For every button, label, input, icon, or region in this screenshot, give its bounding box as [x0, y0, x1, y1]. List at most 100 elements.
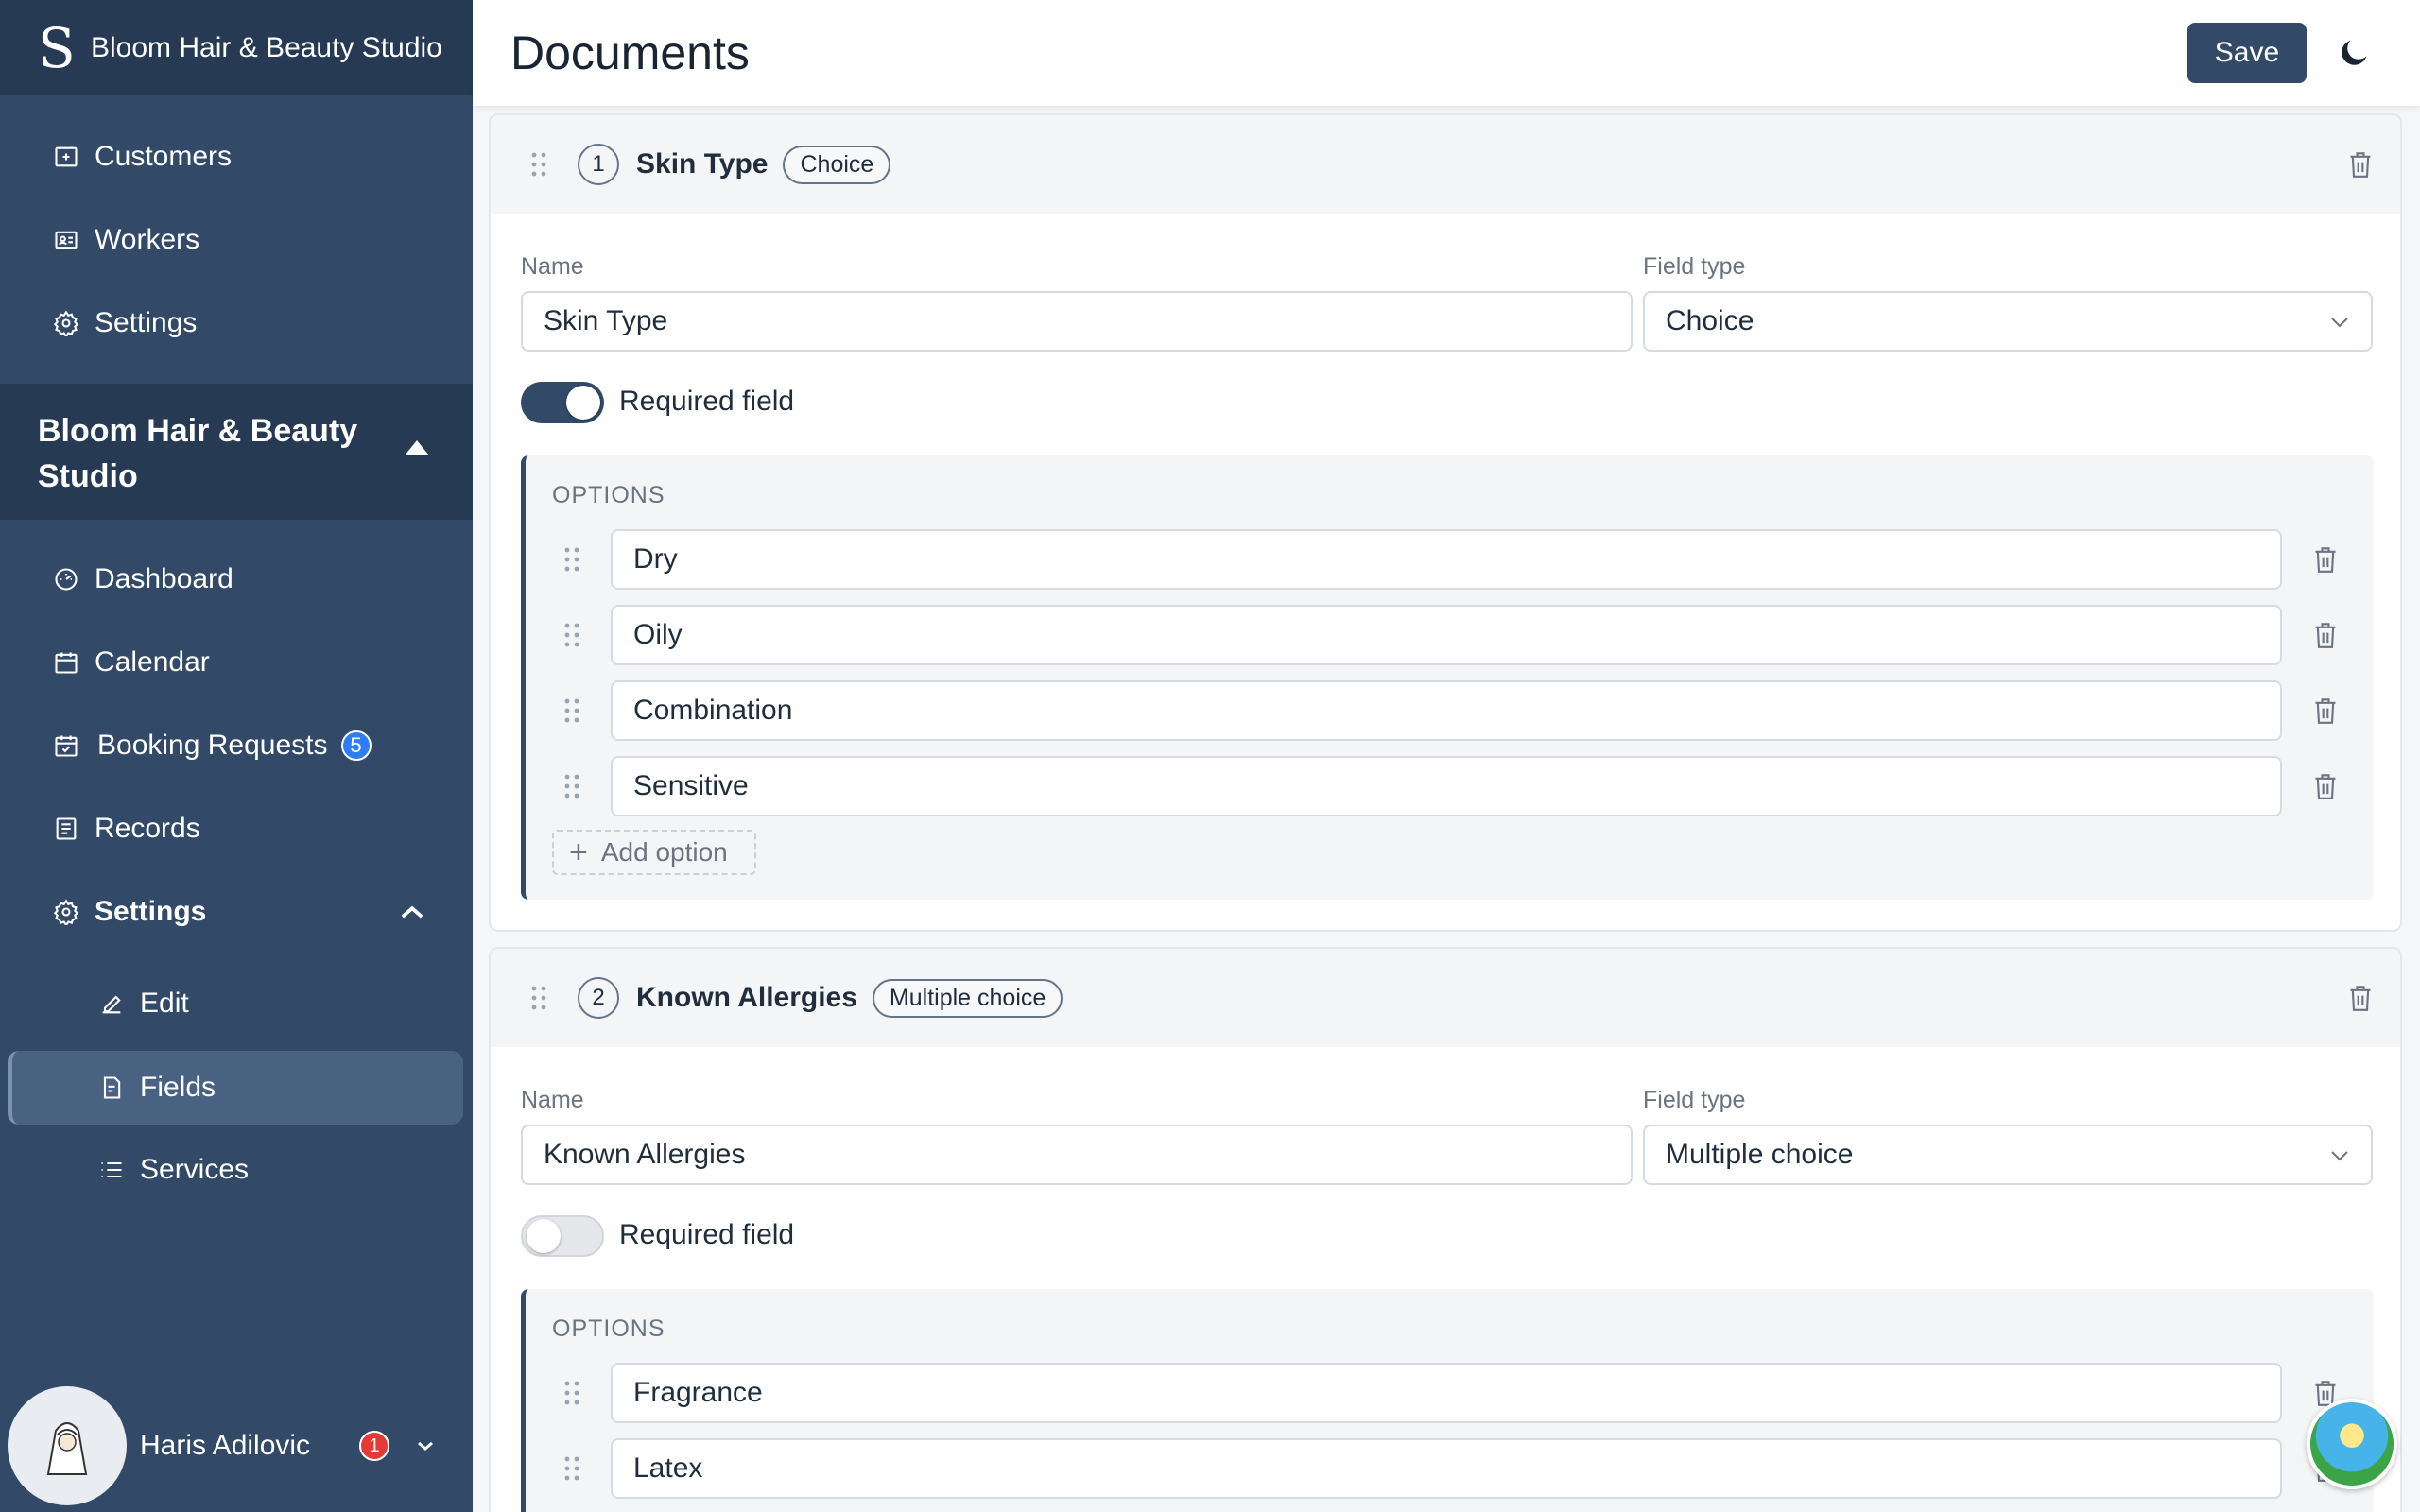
top-header: Documents Save	[473, 0, 2420, 106]
gauge-icon	[53, 566, 79, 593]
booking-count-badge: 5	[340, 730, 372, 761]
options-panel: OPTIONS Dry Oily Combination Sensitive +…	[521, 455, 2374, 900]
plus-icon: +	[569, 834, 588, 870]
option-row: Oily	[526, 605, 2369, 665]
field-type-select[interactable]: Multiple choice	[1643, 1125, 2373, 1185]
user-name: Haris Adilovic	[140, 1430, 311, 1461]
nav-customers-label: Customers	[95, 141, 233, 172]
option-input[interactable]: Fragrance	[611, 1363, 2282, 1423]
delete-field-icon[interactable]	[2347, 983, 2374, 1013]
required-toggle[interactable]	[521, 382, 604, 423]
option-input[interactable]: Dry	[611, 529, 2282, 590]
required-label: Required field	[619, 386, 795, 417]
add-option-button[interactable]: + Add option	[552, 830, 756, 875]
dark-mode-toggle-icon[interactable]	[2335, 34, 2373, 72]
option-input[interactable]: Combination	[611, 680, 2282, 741]
avatar[interactable]	[8, 1386, 127, 1505]
drag-handle-icon[interactable]	[562, 1379, 582, 1407]
nav-records[interactable]: Records	[0, 798, 473, 860]
studio-selector[interactable]: Bloom Hair & Beauty Studio	[0, 384, 473, 520]
document-icon	[98, 1074, 125, 1101]
nav-settings-label: Settings	[95, 307, 198, 338]
option-input[interactable]: Oily	[611, 605, 2282, 665]
delete-option-icon[interactable]	[2312, 544, 2339, 575]
option-input[interactable]: Latex	[611, 1438, 2282, 1499]
field-type-label: Field type	[1643, 253, 1746, 280]
nav-edit[interactable]: Edit	[0, 972, 473, 1035]
nav-booking-requests-label: Booking Requests	[97, 730, 328, 761]
drag-handle-icon[interactable]	[528, 984, 549, 1012]
drag-handle-icon[interactable]	[528, 150, 549, 179]
field-type-chip: Multiple choice	[872, 978, 1063, 1018]
records-icon	[53, 816, 79, 842]
id-card-icon	[53, 227, 79, 253]
calendar-icon	[53, 649, 79, 676]
option-input[interactable]: Sensitive	[611, 756, 2282, 816]
brand-header[interactable]: S Bloom Hair & Beauty Studio	[0, 0, 473, 95]
drag-handle-icon[interactable]	[562, 621, 582, 649]
name-label: Name	[521, 1087, 584, 1113]
option-row: Sensitive	[526, 756, 2369, 816]
chevron-down-icon	[2331, 318, 2348, 328]
calendar-check-icon	[53, 732, 79, 759]
gear-icon	[53, 899, 79, 925]
field-card-header: 2 Known Allergies Multiple choice	[491, 949, 2400, 1047]
brand-name: Bloom Hair & Beauty Studio	[91, 31, 442, 63]
user-menu[interactable]: Haris Adilovic 1	[0, 1380, 473, 1512]
nav-records-label: Records	[95, 813, 200, 844]
name-label: Name	[521, 253, 584, 280]
options-panel: OPTIONS Fragrance Latex	[521, 1289, 2374, 1512]
field-type-value: Multiple choice	[1666, 1139, 1854, 1170]
options-title: OPTIONS	[552, 482, 666, 508]
nav-customers[interactable]: Customers	[0, 126, 473, 188]
delete-option-icon[interactable]	[2312, 620, 2339, 650]
option-row: Fragrance	[526, 1363, 2369, 1423]
toggle-knob	[566, 386, 600, 420]
save-button[interactable]: Save	[2187, 23, 2307, 83]
name-input[interactable]: Known Allergies	[521, 1125, 1633, 1185]
chat-widget-button[interactable]	[2307, 1399, 2397, 1489]
delete-option-icon[interactable]	[2312, 771, 2339, 801]
nav-dashboard-label: Dashboard	[95, 563, 233, 594]
nav-studio-settings[interactable]: Settings	[0, 881, 473, 943]
nav-edit-label: Edit	[140, 988, 189, 1019]
drag-handle-icon[interactable]	[562, 1454, 582, 1483]
option-row: Latex	[526, 1438, 2369, 1499]
field-type-select[interactable]: Choice	[1643, 291, 2373, 352]
drag-handle-icon[interactable]	[562, 545, 582, 574]
gear-icon	[53, 310, 79, 336]
notification-badge[interactable]: 1	[359, 1431, 390, 1461]
pencil-icon	[98, 990, 125, 1017]
nav-studio-settings-label: Settings	[95, 896, 207, 927]
option-row: Dry	[526, 529, 2369, 590]
nav-workers-label: Workers	[95, 224, 200, 255]
delete-field-icon[interactable]	[2347, 149, 2374, 180]
required-toggle[interactable]	[521, 1215, 604, 1257]
nav-fields-label: Fields	[140, 1072, 216, 1103]
nav-calendar[interactable]: Calendar	[0, 631, 473, 694]
nav-dashboard[interactable]: Dashboard	[0, 548, 473, 610]
studio-name: Bloom Hair & Beauty Studio	[38, 413, 358, 494]
field-card: 1 Skin Type Choice Name Skin Type Field …	[489, 113, 2402, 932]
chevron-up-icon	[401, 905, 424, 919]
field-type-label: Field type	[1643, 1087, 1746, 1113]
name-input[interactable]: Skin Type	[521, 291, 1633, 352]
chevron-down-icon	[2331, 1151, 2348, 1161]
nav-services-label: Services	[140, 1154, 250, 1185]
drag-handle-icon[interactable]	[562, 696, 582, 725]
nav-services[interactable]: Services	[0, 1139, 473, 1201]
field-title: Skin Type	[636, 148, 769, 180]
drag-handle-icon[interactable]	[562, 772, 582, 800]
required-label: Required field	[619, 1219, 795, 1250]
delete-option-icon[interactable]	[2312, 696, 2339, 726]
field-number: 2	[578, 977, 619, 1019]
nav-workers[interactable]: Workers	[0, 209, 473, 271]
nav-settings[interactable]: Settings	[0, 292, 473, 354]
nav-fields[interactable]: Fields	[8, 1051, 463, 1125]
option-row: Combination	[526, 680, 2369, 741]
chevron-down-icon[interactable]	[416, 1439, 435, 1452]
page-title: Documents	[510, 26, 750, 79]
nav-booking-requests[interactable]: Booking Requests 5	[0, 714, 473, 777]
field-card-header: 1 Skin Type Choice	[491, 115, 2400, 214]
field-card: 2 Known Allergies Multiple choice Name K…	[489, 947, 2402, 1512]
